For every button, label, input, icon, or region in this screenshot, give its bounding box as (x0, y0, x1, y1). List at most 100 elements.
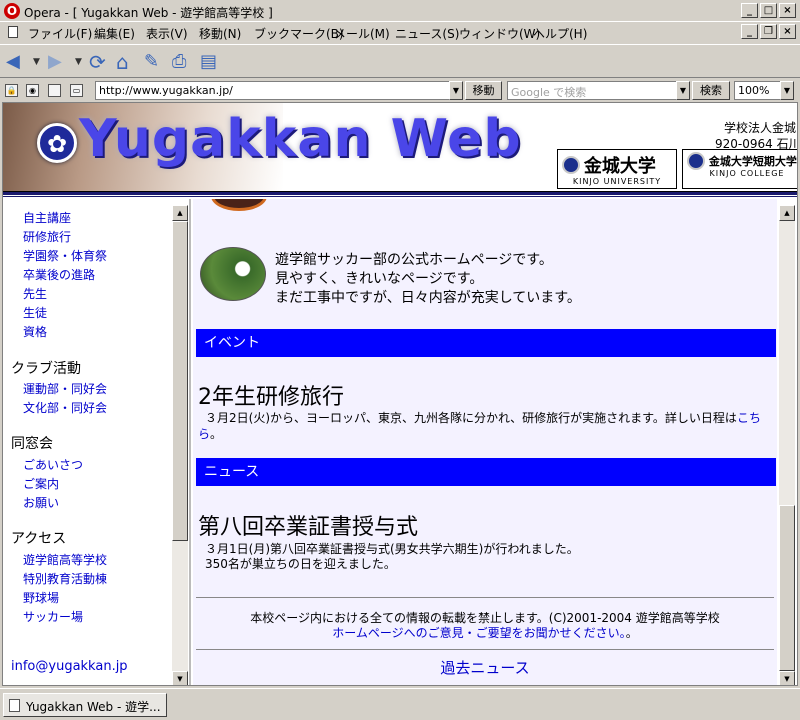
menu-file[interactable]: ファイル(F) (28, 25, 92, 42)
page-bar: Yugakkan Web - 遊学... (0, 688, 800, 720)
search-dropdown-icon[interactable]: ▼ (676, 81, 690, 100)
sidebar-item-culture-clubs[interactable]: 文化部・同好会 (23, 399, 107, 416)
search-button[interactable]: 検索 (692, 81, 730, 100)
opera-logo-icon: O (4, 3, 20, 19)
footer-divider-2 (196, 649, 774, 650)
sidebar-heading-clubs: クラブ活動 (11, 361, 81, 377)
content-scrollbar-thumb[interactable] (779, 505, 795, 671)
menu-navigation[interactable]: 移動(N) (199, 25, 241, 42)
news-section-header: ニュース (196, 458, 776, 486)
menu-bar: ファイル(F) 編集(E) 表示(V) 移動(N) ブックマーク(B) メール(… (0, 22, 800, 42)
news-title: 第八回卒業証書授与式 (198, 515, 419, 540)
url-input[interactable]: http://www.yugakkan.jp/ (95, 81, 462, 100)
sidebar-item-soccer-field[interactable]: サッカー場 (23, 608, 83, 625)
print-preview-icon[interactable]: ▭ (70, 84, 83, 97)
intro-line-2: 見やすく、きれいなページです。 (275, 271, 484, 287)
back-dropdown-icon[interactable]: ▼ (33, 51, 40, 73)
feedback-link[interactable]: ホームページへのご意見・ご要望をお聞かせください。 (332, 626, 625, 640)
doc-restore-icon[interactable]: ❐ (760, 24, 777, 39)
event-details-link[interactable]: こち (737, 411, 761, 425)
window-title: Opera - [ Yugakkan Web - 遊学館高等学校 ] (24, 6, 273, 20)
sidebar-heading-access: アクセス (11, 531, 67, 547)
page-tab-label: Yugakkan Web - 遊学... (26, 700, 161, 714)
doc-minimize-icon[interactable]: _ (741, 24, 758, 39)
search-input[interactable]: Google で検索 (507, 81, 683, 100)
page-viewport: Yugakkan Web 学校法人金城 920-0964 石川 金城大学 KIN… (2, 102, 798, 686)
menu-window[interactable]: ウィンドウ(W) (459, 25, 540, 42)
navigation-toolbar: ◀ ▼ ▶ ▼ ⟳ ⌂ ✎ ⎙ ▤ (0, 44, 800, 78)
home-icon[interactable]: ⌂ (116, 51, 129, 73)
soccer-photo (200, 247, 266, 301)
sidebar-item-career[interactable]: 卒業後の進路 (23, 266, 95, 283)
sidebar-heading-alumni: 同窓会 (11, 436, 53, 452)
event-body-cont: ら。 (198, 427, 223, 441)
minimize-icon[interactable]: _ (741, 3, 758, 18)
event-section-header: イベント (196, 329, 776, 357)
page-tab-icon (9, 699, 20, 712)
footer-divider (196, 597, 774, 598)
page-icon[interactable]: ▤ (200, 51, 217, 73)
menu-news[interactable]: ニュース(S) (395, 25, 459, 42)
banner-divider-thin (3, 196, 797, 197)
go-button[interactable]: 移動 (465, 81, 502, 100)
sidebar-item-study-trip[interactable]: 研修旅行 (23, 228, 71, 245)
zoom-input[interactable]: 100% (734, 81, 782, 100)
zoom-dropdown-icon[interactable]: ▼ (780, 81, 794, 100)
close-icon[interactable]: × (779, 3, 796, 18)
content-scroll-down-icon[interactable]: ▼ (779, 671, 795, 685)
kinjo-university-logo[interactable]: 金城大学 KINJO UNIVERSITY (557, 149, 677, 189)
sidebar-item-students[interactable]: 生徒 (23, 304, 47, 321)
sidebar-scrollbar[interactable]: ▲ ▼ (172, 205, 188, 685)
past-news-link[interactable]: 過去ニュース (193, 657, 777, 678)
kinjo-college-logo[interactable]: 金城大学短期大学部 KINJO COLLEGE (682, 149, 797, 189)
contact-email-link[interactable]: info@yugakkan.jp (11, 659, 128, 674)
reload-icon[interactable]: ⟳ (89, 51, 106, 73)
main-content: 遊学館サッカー部の公式ホームページです。 見やすく、きれいなページです。 まだ工… (193, 199, 777, 685)
forward-icon[interactable]: ▶ (48, 51, 62, 73)
menu-bookmarks[interactable]: ブックマーク(B) (254, 25, 344, 42)
event-details-link-cont[interactable]: ら (198, 427, 210, 441)
hotlist-icon[interactable]: ✎ (144, 51, 159, 73)
menu-view[interactable]: 表示(V) (146, 25, 188, 42)
sidebar-item-guide[interactable]: ご案内 (23, 475, 59, 492)
sidebar-item-self-study[interactable]: 自主講座 (23, 209, 71, 226)
kinjo-emblem-icon (562, 156, 580, 174)
menu-help[interactable]: ヘルプ(H) (533, 25, 587, 42)
page-tab[interactable]: Yugakkan Web - 遊学... (3, 693, 167, 717)
kinjo-college-emblem-icon (687, 152, 705, 170)
content-scroll-up-icon[interactable]: ▲ (779, 205, 795, 221)
sidebar-item-qualifications[interactable]: 資格 (23, 323, 47, 340)
news-body-line-2: 350名が巣立ちの日を迎えました。 (205, 557, 396, 571)
scroll-down-icon[interactable]: ▼ (172, 671, 188, 685)
scroll-up-icon[interactable]: ▲ (172, 205, 188, 221)
content-scrollbar[interactable]: ▲ ▼ (779, 205, 795, 685)
camera-icon[interactable]: ◉ (26, 84, 39, 97)
event-title: 2年生研修旅行 (198, 385, 344, 410)
event-body: ３月2日(火)から、ヨーロッパ、東京、九州各隊に分かれ、研修旅行が実施されます。… (205, 411, 761, 425)
sidebar-item-baseball-field[interactable]: 野球場 (23, 589, 59, 606)
menu-mail[interactable]: メール(M) (334, 25, 390, 42)
sidebar-item-greeting[interactable]: ごあいさつ (23, 456, 83, 473)
maximize-icon[interactable]: □ (760, 3, 777, 18)
url-dropdown-icon[interactable]: ▼ (449, 81, 463, 100)
print-icon[interactable]: ⎙ (172, 51, 186, 73)
doc-close-icon[interactable]: × (779, 24, 796, 39)
scrollbar-thumb[interactable] (172, 221, 188, 541)
security-icon[interactable]: 🔒 (5, 84, 18, 97)
feedback-line: ホームページへのご意見・ご要望をお聞かせください。。 (332, 626, 638, 640)
banner-divider (3, 191, 797, 195)
window-titlebar: O Opera - [ Yugakkan Web - 遊学館高等学校 ] _ □… (0, 0, 800, 22)
menu-edit[interactable]: 編集(E) (94, 25, 135, 42)
back-icon[interactable]: ◀ (6, 51, 20, 73)
sidebar-item-school[interactable]: 遊学館高等学校 (23, 551, 107, 568)
sidebar-item-sports-clubs[interactable]: 運動部・同好会 (23, 380, 107, 397)
sidebar-item-festival[interactable]: 学園祭・体育祭 (23, 247, 107, 264)
sidebar-item-teachers[interactable]: 先生 (23, 285, 47, 302)
blank-page-icon[interactable] (48, 84, 61, 97)
sidebar-item-activity-building[interactable]: 特別教育活動棟 (23, 570, 107, 587)
frame-divider (189, 199, 191, 685)
sidebar-item-request[interactable]: お願い (23, 494, 59, 511)
forward-dropdown-icon[interactable]: ▼ (75, 51, 82, 73)
document-window-controls: _ ❐ × (741, 24, 796, 39)
document-menu-icon[interactable] (8, 26, 18, 38)
